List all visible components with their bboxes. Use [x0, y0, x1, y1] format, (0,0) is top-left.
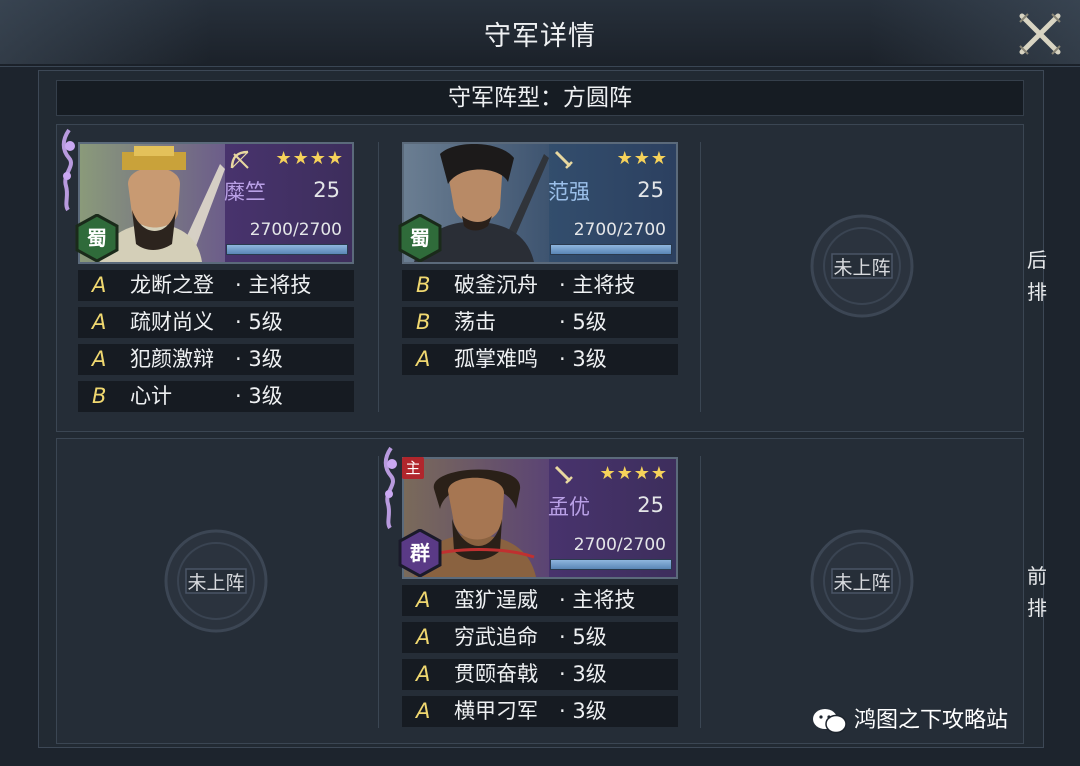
hero-hp: 2700/2700 — [573, 220, 666, 240]
hero-stars: ★★★★ — [275, 148, 344, 169]
skill-row[interactable]: A 横甲刁军 · 3级 — [402, 696, 678, 727]
divider — [700, 142, 701, 412]
row-label-back: 后排 — [1027, 248, 1047, 304]
skill-row[interactable]: B 破釜沉舟 · 主将技 — [402, 270, 678, 301]
hero-card-fanqiang[interactable]: ★★★ 范强 25 2700/2700 — [402, 142, 678, 264]
skill-row[interactable]: A 龙断之登 · 主将技 — [78, 270, 354, 301]
hero-level: 25 — [637, 493, 664, 517]
sword-icon — [554, 150, 573, 169]
flower-ornament-icon — [61, 128, 75, 212]
row-label-front: 前排 — [1027, 564, 1047, 620]
page-title: 守军详情 — [484, 21, 596, 52]
hp-bar — [550, 559, 672, 570]
hero-card-mizhu[interactable]: ★★★★ 糜竺 25 2700/2700 — [78, 142, 354, 264]
bow-icon — [230, 150, 249, 169]
flower-ornament-icon — [383, 446, 397, 530]
main-general-tag: 主 — [402, 457, 424, 479]
close-button[interactable] — [1012, 6, 1068, 62]
hero-name: 范强 — [548, 180, 590, 204]
empty-slot[interactable]: 未上阵 — [808, 527, 916, 635]
empty-slot[interactable]: 未上阵 — [162, 527, 270, 635]
hp-bar — [226, 244, 348, 255]
divider — [378, 142, 379, 412]
watermark: 鸿图之下攻略站 — [812, 702, 1008, 735]
faction-badge: 蜀 — [398, 213, 442, 263]
hero-card-mengyou[interactable]: ★★★★ 孟优 25 2700/2700 — [402, 457, 678, 579]
skill-row[interactable]: A 犯颜激辩 · 3级 — [78, 344, 354, 375]
skill-row[interactable]: A 蛮犷逞威 · 主将技 — [402, 585, 678, 616]
skill-row[interactable]: B 心计 · 3级 — [78, 381, 354, 412]
close-icon — [1019, 13, 1061, 55]
formation-label: 守军阵型：方圆阵 — [56, 80, 1024, 116]
skill-row[interactable]: A 穷武追命 · 5级 — [402, 622, 678, 653]
skill-row[interactable]: A 疏财尚义 · 5级 — [78, 307, 354, 338]
hero-level: 25 — [313, 178, 340, 202]
skill-row[interactable]: B 荡击 · 5级 — [402, 307, 678, 338]
hero-stars: ★★★ — [616, 148, 668, 169]
divider — [700, 456, 701, 728]
hero-level: 25 — [637, 178, 664, 202]
faction-badge: 群 — [398, 528, 442, 578]
hero-name: 孟优 — [548, 495, 590, 519]
skill-list: A 蛮犷逞威 · 主将技 A 穷武追命 · 5级 A 贯颐奋戟 · 3级 A 横甲刁军 · 3级 — [402, 585, 678, 733]
hero-name: 糜竺 — [224, 180, 266, 204]
wechat-icon — [813, 709, 847, 734]
sword-icon — [554, 465, 573, 484]
divider — [378, 456, 379, 728]
hero-hp: 2700/2700 — [249, 220, 342, 240]
skill-list: A 龙断之登 · 主将技 A 疏财尚义 · 5级 A 犯颜激辩 · 3级 B 心计 · 3级 — [78, 270, 354, 418]
hero-hp: 2700/2700 — [573, 535, 666, 555]
hero-stars: ★★★★ — [599, 463, 668, 484]
empty-slot[interactable]: 未上阵 — [808, 212, 916, 320]
skill-row[interactable]: A 孤掌难鸣 · 3级 — [402, 344, 678, 375]
faction-badge: 蜀 — [75, 213, 119, 263]
hp-bar — [550, 244, 672, 255]
skill-list: B 破釜沉舟 · 主将技 B 荡击 · 5级 A 孤掌难鸣 · 3级 — [402, 270, 678, 381]
skill-row[interactable]: A 贯颐奋戟 · 3级 — [402, 659, 678, 690]
